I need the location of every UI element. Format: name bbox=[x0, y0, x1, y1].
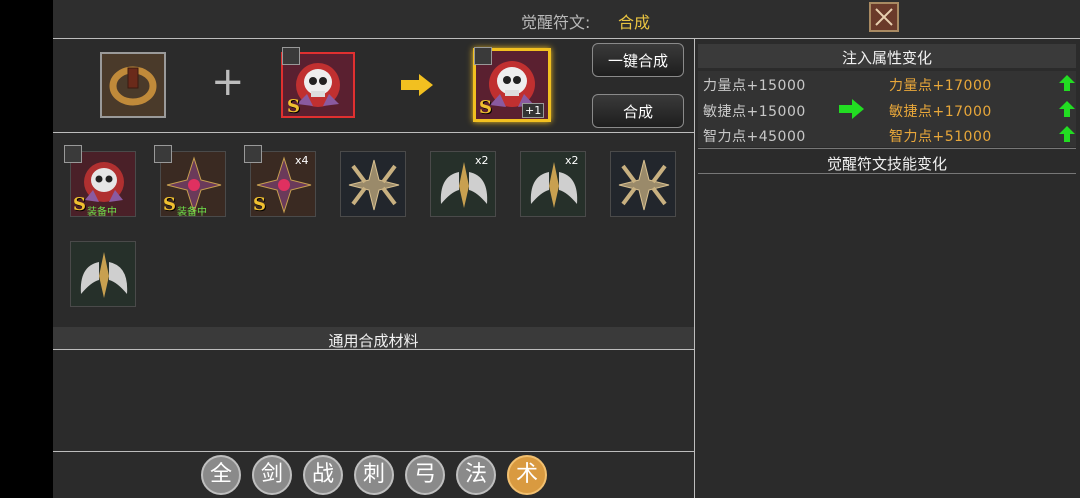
ring-icon bbox=[109, 66, 157, 106]
title-label: 觉醒符文: bbox=[521, 13, 591, 32]
stat-after-str: 力量点+17000 bbox=[889, 78, 992, 94]
rank-badge: S bbox=[287, 96, 300, 117]
tab-category[interactable]: 法 bbox=[456, 455, 496, 495]
divider bbox=[53, 451, 694, 452]
one-key-compose-button[interactable]: 一键合成 bbox=[592, 43, 684, 77]
stat-after-int: 智力点+51000 bbox=[889, 129, 992, 145]
tab-category[interactable]: 术 bbox=[507, 455, 547, 495]
rune-synthesis-screen: 觉醒符文: 合成 + S S +1 一键合成 合成 S 装备中 S 装备中 S … bbox=[53, 0, 1080, 498]
stat-before-agi: 敏捷点+15000 bbox=[703, 104, 806, 120]
tab-category[interactable]: 弓 bbox=[405, 455, 445, 495]
count-badge: x2 bbox=[475, 154, 489, 167]
attributes-title: 注入属性变化 bbox=[841, 49, 932, 67]
stat-before-str: 力量点+15000 bbox=[703, 78, 806, 94]
top-bar: 觉醒符文: 合成 bbox=[53, 0, 1080, 38]
divider bbox=[53, 38, 1080, 39]
inventory-item[interactable]: x2 bbox=[430, 151, 496, 217]
inventory-item[interactable] bbox=[610, 151, 676, 217]
level-badge: +1 bbox=[522, 103, 545, 118]
arrow-up-icon bbox=[1059, 75, 1075, 91]
divider bbox=[698, 148, 1076, 149]
title-value: 合成 bbox=[618, 13, 651, 32]
rank-badge: S bbox=[73, 194, 86, 215]
divider bbox=[53, 132, 694, 133]
rank-badge: S bbox=[253, 194, 266, 215]
cross-rune-icon bbox=[618, 159, 670, 211]
tab-category[interactable]: 剑 bbox=[252, 455, 292, 495]
rune-type-icon bbox=[64, 145, 82, 163]
plus-icon: + bbox=[211, 59, 245, 105]
arrow-right-green-icon bbox=[839, 99, 864, 119]
rune-type-icon bbox=[244, 145, 262, 163]
cross-rune-icon bbox=[348, 159, 400, 211]
materials-title: 通用合成材料 bbox=[328, 332, 419, 350]
inventory-item[interactable]: x2 bbox=[520, 151, 586, 217]
divider bbox=[694, 38, 695, 498]
wing-rune-icon bbox=[80, 252, 128, 298]
stat-before-int: 智力点+45000 bbox=[703, 129, 806, 145]
rune-type-icon bbox=[474, 47, 492, 65]
tab-category[interactable]: 全 bbox=[201, 455, 241, 495]
skills-title: 觉醒符文技能变化 bbox=[826, 155, 947, 173]
arrow-up-icon bbox=[1059, 101, 1075, 117]
divider bbox=[698, 173, 1076, 174]
equipped-label: 装备中 bbox=[87, 207, 117, 218]
stat-after-agi: 敏捷点+17000 bbox=[889, 104, 992, 120]
material-slot[interactable] bbox=[100, 52, 166, 118]
tab-category[interactable]: 战 bbox=[303, 455, 343, 495]
equipped-label: 装备中 bbox=[177, 207, 207, 218]
rune-type-icon bbox=[154, 145, 172, 163]
count-badge: x4 bbox=[295, 154, 309, 167]
rune-type-icon bbox=[282, 47, 300, 65]
arrow-right-icon bbox=[401, 74, 433, 96]
inventory-item[interactable] bbox=[70, 241, 136, 307]
close-button[interactable] bbox=[869, 2, 899, 32]
arrow-up-icon bbox=[1059, 126, 1075, 142]
rank-badge: S bbox=[163, 194, 176, 215]
count-badge: x2 bbox=[565, 154, 579, 167]
inventory-item[interactable] bbox=[340, 151, 406, 217]
compose-button[interactable]: 合成 bbox=[592, 94, 684, 128]
tab-category[interactable]: 刺 bbox=[354, 455, 394, 495]
close-icon bbox=[875, 8, 893, 26]
rank-badge: S bbox=[479, 97, 492, 118]
